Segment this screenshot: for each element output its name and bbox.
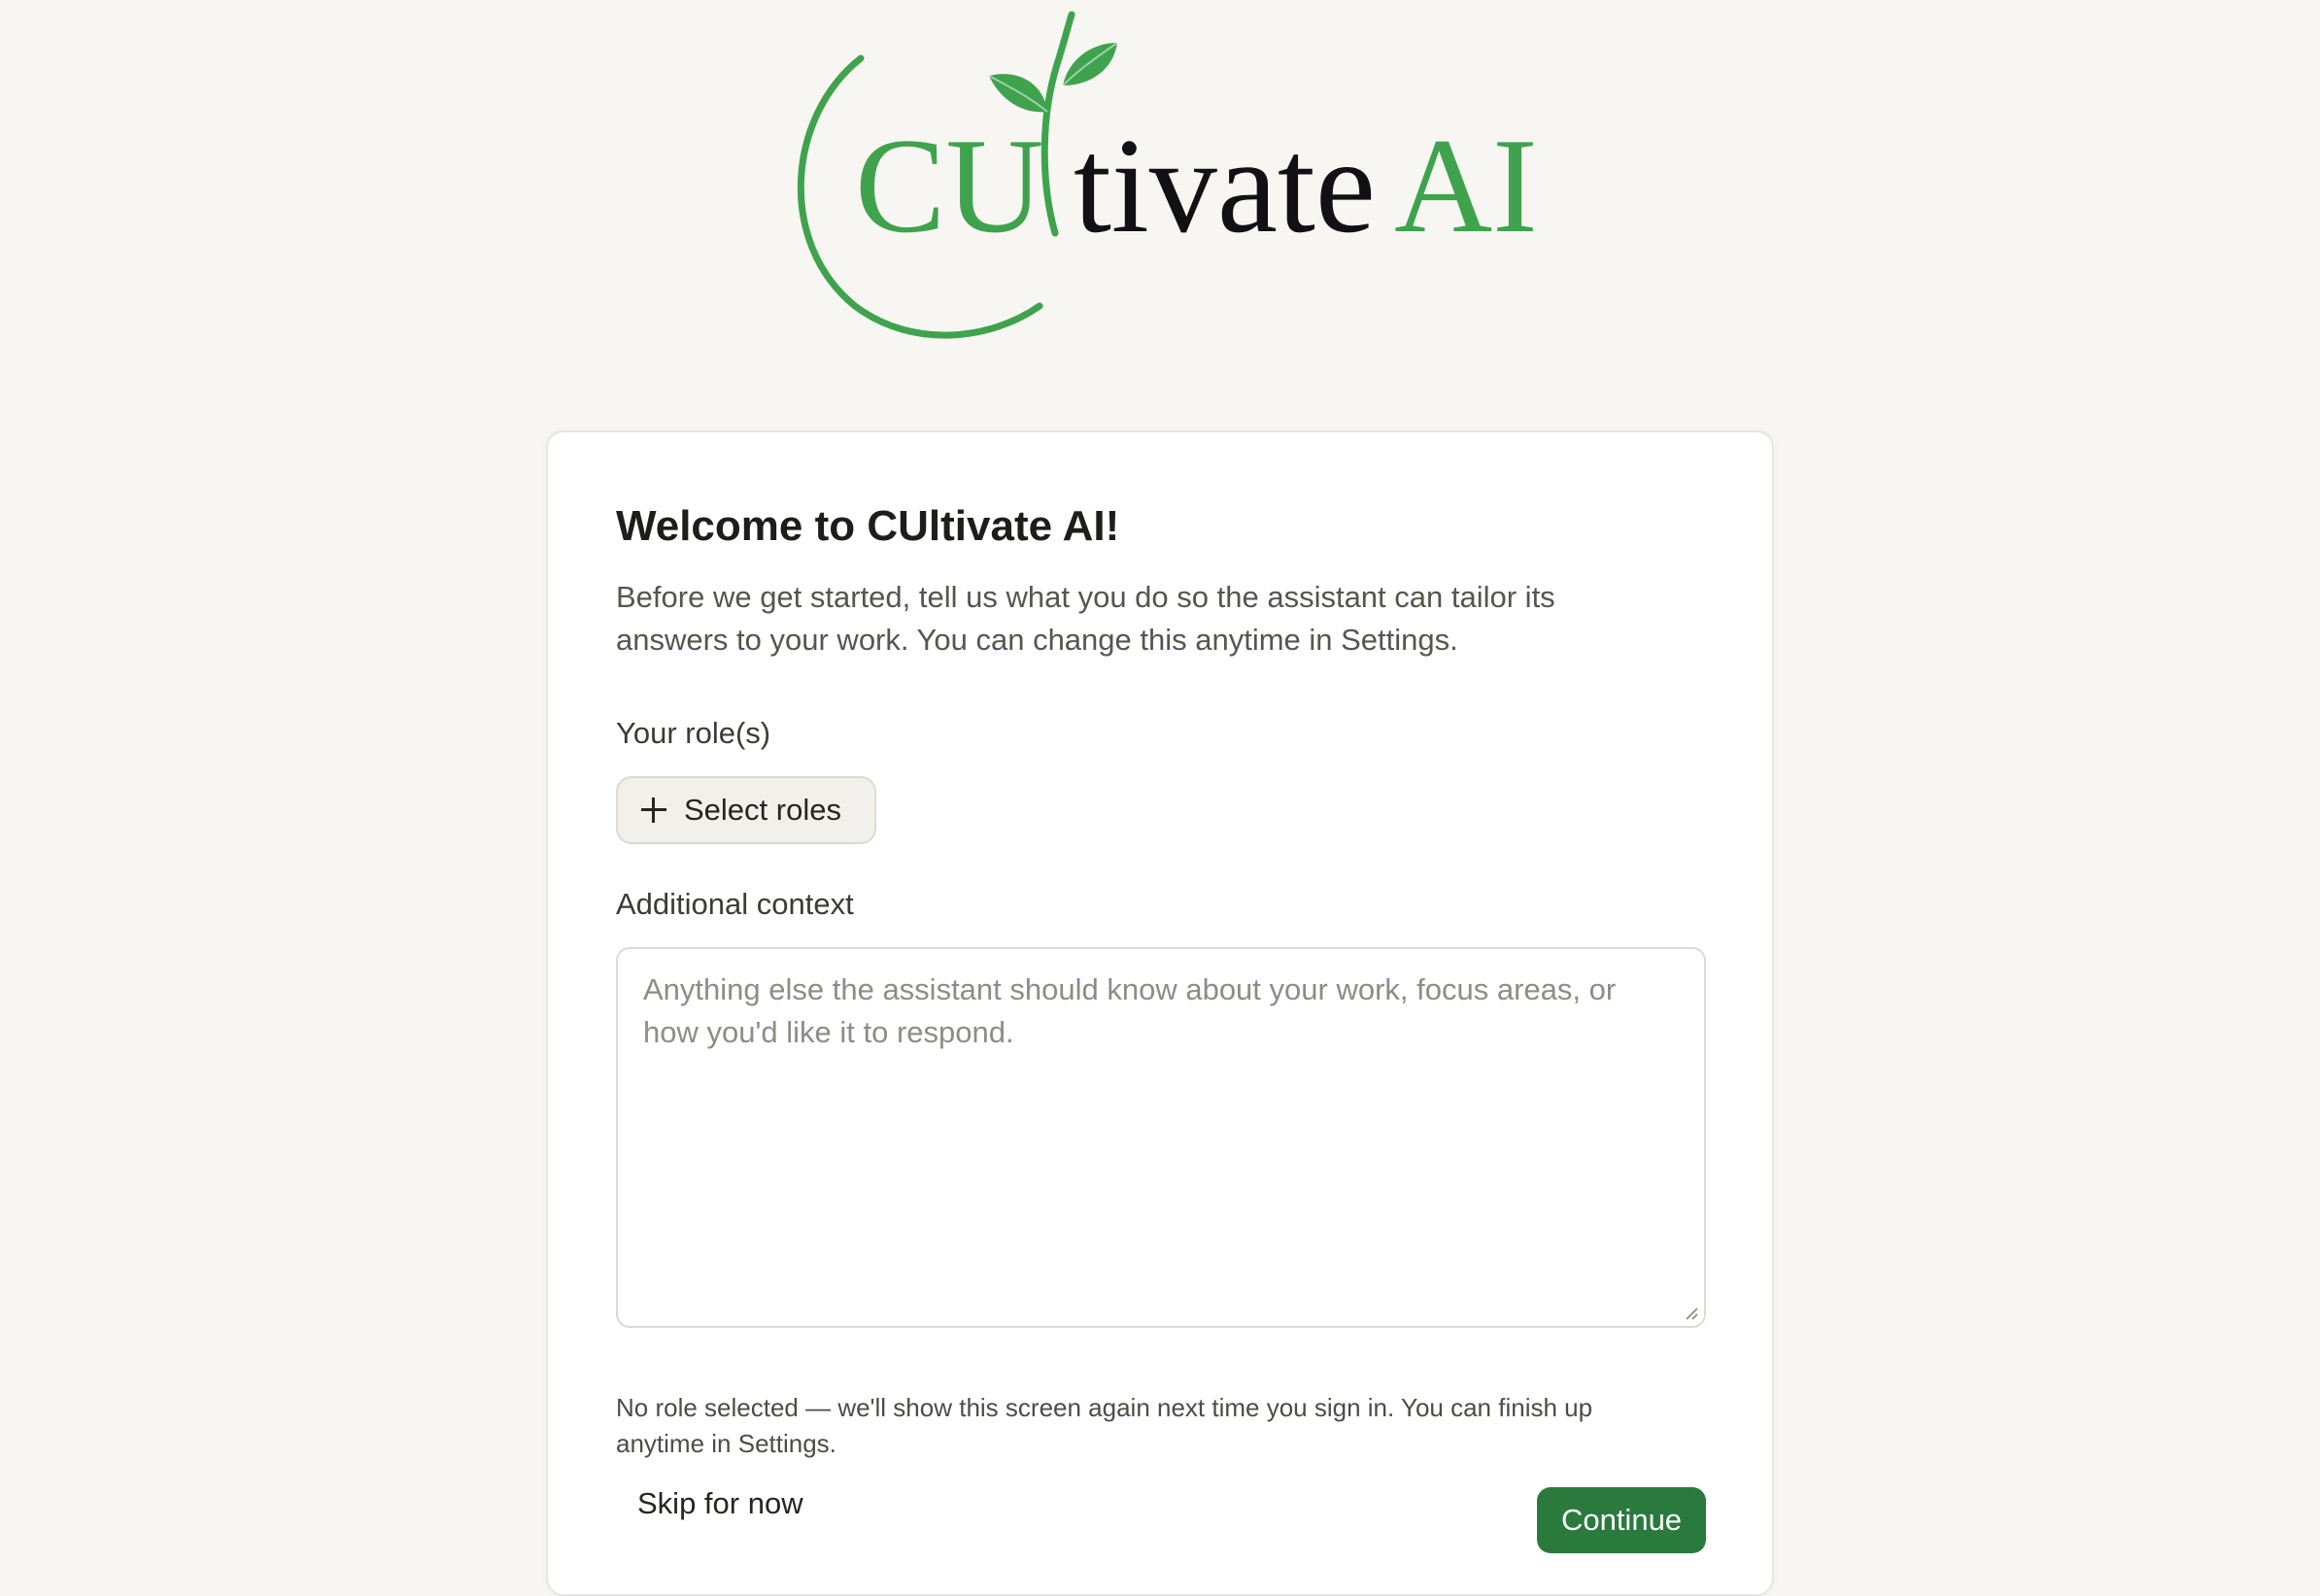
page-title: Welcome to CUltivate AI! (616, 502, 1120, 550)
logo-text-tivate: tivate (1074, 111, 1376, 261)
logo-graphic: CU tivate AI (797, 11, 1538, 339)
context-field-wrapper (616, 947, 1706, 1328)
context-label: Additional context (616, 887, 854, 921)
skip-for-now-button[interactable]: Skip for now (637, 1486, 803, 1521)
logo-stem (1041, 11, 1075, 237)
plus-icon (639, 796, 668, 825)
resize-handle-icon[interactable] (1683, 1305, 1698, 1320)
status-note: No role selected — we'll show this scree… (616, 1393, 1593, 1458)
select-roles-button[interactable]: Select roles (616, 776, 876, 844)
intro-text: Before we get started, tell us what you … (616, 580, 1555, 657)
onboarding-card: Welcome to CUltivate AI! Before we get s… (546, 430, 1774, 1596)
cultivate-ai-logo: CU tivate AI (777, 0, 1554, 350)
continue-button[interactable]: Continue (1537, 1487, 1706, 1553)
logo-text-cu: CU (855, 111, 1043, 261)
roles-label: Your role(s) (616, 716, 771, 750)
additional-context-input[interactable] (618, 949, 1704, 1326)
logo-text-ai: AI (1394, 111, 1538, 261)
select-roles-label: Select roles (684, 793, 841, 827)
